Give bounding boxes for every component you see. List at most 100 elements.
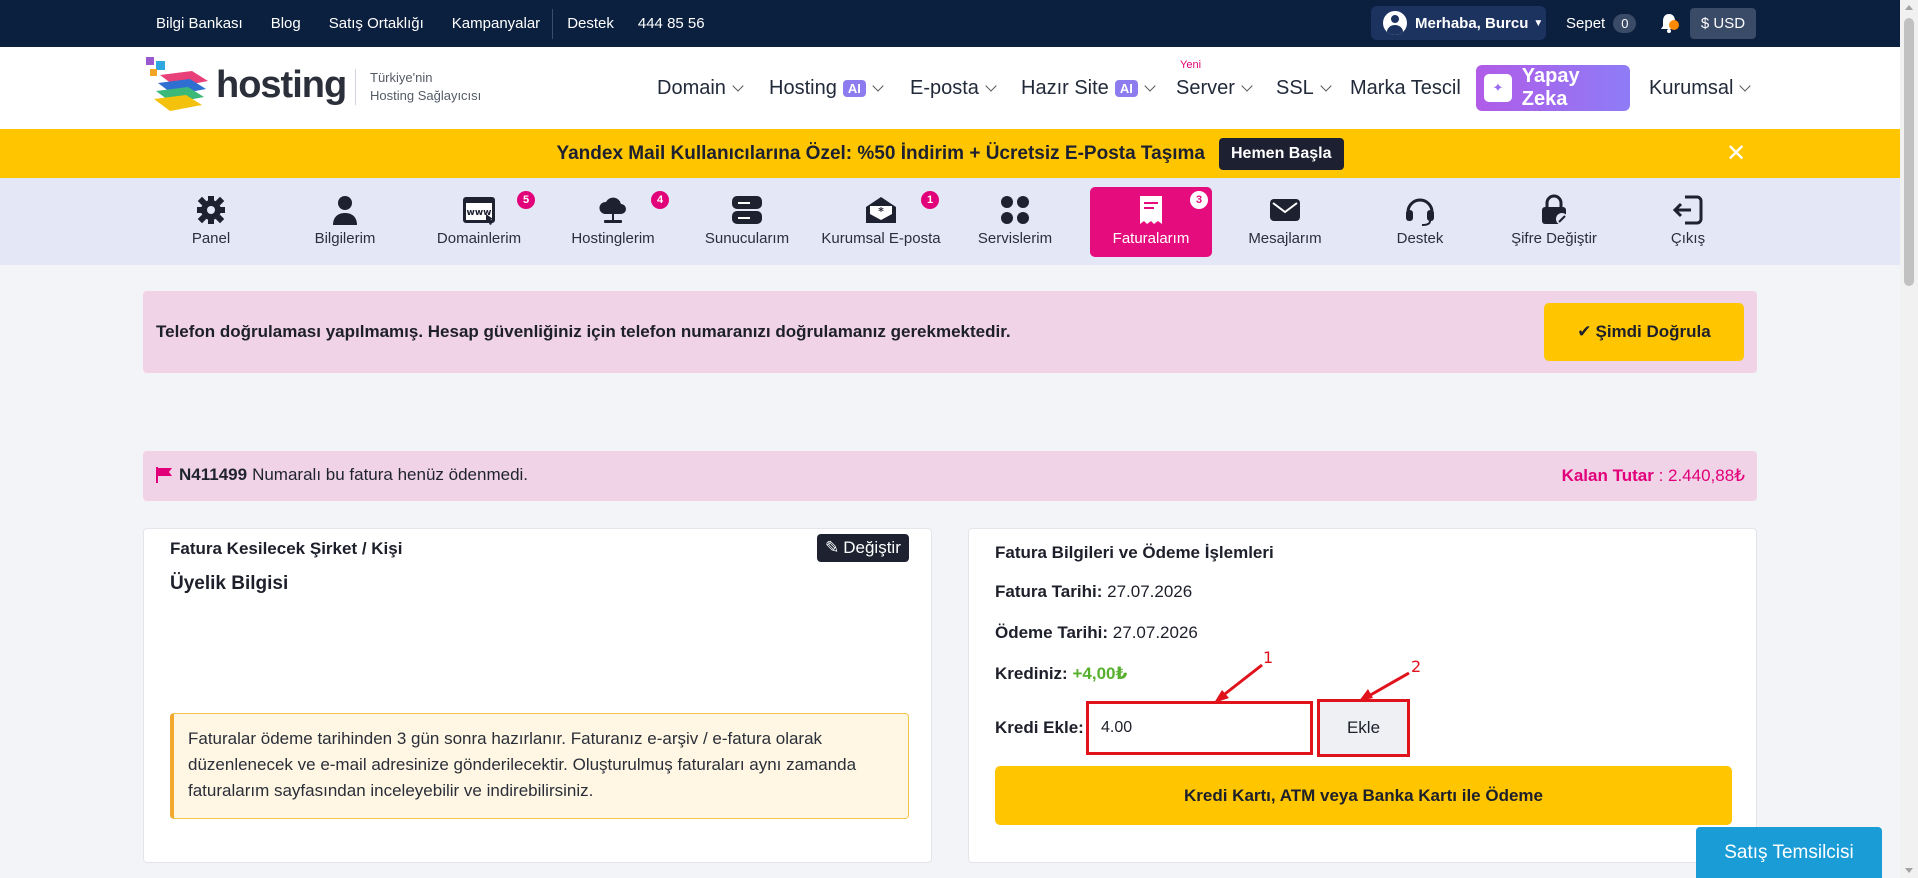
topbar-link-destek[interactable]: Destek [567,15,614,32]
scroll-up-arrow-icon[interactable] [1905,5,1913,10]
account-tab-hostinglerim[interactable]: Hostinglerim 4 [552,187,674,257]
count-badge: 4 [651,191,669,209]
chevron-down-icon [1241,79,1253,92]
invoice-status-bar: N411499 Numaralı bu fatura henüz ödenmed… [143,451,1757,501]
cart-count-badge: 0 [1613,14,1637,33]
account-tab-sunucularim[interactable]: Sunucularım [686,187,808,257]
currency-selector[interactable]: $ USD [1690,8,1756,39]
www-icon: www [463,197,495,225]
nav-domain[interactable]: Domain [657,76,744,100]
account-tab-faturalarim[interactable]: Faturalarım 3 [1090,187,1212,257]
nav-server[interactable]: Server [1176,76,1253,100]
invoice-icon [1140,196,1162,224]
nav-eposta[interactable]: E-posta [910,76,997,100]
cloud-icon [599,197,626,223]
notification-bell-icon[interactable] [1658,12,1680,34]
nav-server-label: Server [1176,76,1235,99]
topbar-link-satis-ortakligi[interactable]: Satış Ortaklığı [329,15,424,32]
account-tab-label: Çıkış [1670,230,1706,247]
add-credit-button[interactable]: Ekle [1317,699,1410,757]
nav-hazir-site[interactable]: Hazır Site AI [1021,77,1156,100]
topbar-link-blog[interactable]: Blog [271,15,301,32]
top-bar: Bilgi Bankası Blog Satış Ortaklığı Kampa… [0,0,1900,47]
sales-representative-button[interactable]: Satış Temsilcisi [1696,827,1882,878]
nav-domain-label: Domain [657,76,726,99]
account-tab-kurumsal-eposta[interactable]: * Kurumsal E-posta 1 [820,187,942,257]
account-tab-label: Şifre Değiştir [1511,230,1597,247]
invoice-payment-card: Fatura Bilgileri ve Ödeme İşlemleri Fatu… [968,528,1757,863]
count-badge: 1 [921,191,939,209]
payment-date-value: 27.07.2026 [1112,623,1198,642]
topbar-link-kampanyalar[interactable]: Kampanyalar [452,15,540,32]
credit-row: Krediniz: +4,00₺ [995,664,1127,684]
cart-button[interactable]: Sepet 0 [1566,0,1637,47]
promo-start-button[interactable]: Hemen Başla [1219,137,1344,170]
nav-eposta-label: E-posta [910,76,979,99]
account-tab-destek[interactable]: Destek [1359,187,1481,257]
chevron-down-icon [1320,79,1332,92]
user-menu-button[interactable]: Merhaba, Burcu ▼ [1371,6,1546,40]
user-greeting: Merhaba, Burcu [1415,14,1529,32]
nav-kurumsal[interactable]: Kurumsal [1649,77,1752,100]
account-tab-label: Servislerim [977,230,1053,247]
remaining-amount: Kalan Tutar : 2.440,88₺ [1562,466,1745,486]
envelope-icon [1270,199,1300,221]
verify-now-button[interactable]: ✔ Şimdi Doğrula [1544,303,1744,361]
change-button[interactable]: ✎ Değiştir [817,534,909,562]
account-tab-label: Destek [1396,230,1444,247]
add-credit-label: Kredi Ekle: [995,718,1084,738]
scrollbar-thumb[interactable] [1904,18,1914,286]
card-payment-button[interactable]: Kredi Kartı, ATM veya Banka Kartı ile Öd… [995,766,1732,825]
user-icon [333,196,357,225]
invoice-date-label: Fatura Tarihi: [995,582,1103,601]
account-tab-label: Kurumsal E-posta [821,230,941,247]
account-tab-bilgilerim[interactable]: Bilgilerim [284,187,406,257]
account-tab-sifre-degistir[interactable]: Şifre Değiştir [1493,187,1615,257]
ai-badge: AI [842,79,866,97]
nav-marka-tescil[interactable]: Marka Tescil [1350,77,1461,100]
credit-label: Krediniz: [995,664,1068,683]
add-credit-label-text: Kredi Ekle: [995,718,1084,737]
server-icon [732,196,762,224]
count-badge: 5 [517,191,535,209]
chevron-down-icon [1739,79,1752,92]
topbar-divider [552,8,554,39]
invoice-date-row: Fatura Tarihi: 27.07.2026 [995,582,1192,602]
mail-open-icon: * [866,197,896,223]
topbar-phone[interactable]: 444 85 56 [638,15,705,32]
account-tab-panel[interactable]: Panel [150,187,272,257]
change-button-label: Değiştir [843,538,901,557]
grid-icon [1001,196,1029,224]
account-tab-servislerim[interactable]: Servislerim [954,187,1076,257]
main-header: hosting Türkiye'nin Hosting Sağlayıcısı … [0,47,1900,129]
payment-date-label: Ödeme Tarihi: [995,623,1109,642]
promo-banner: Yandex Mail Kullanıcılarına Özel: %50 İn… [0,129,1900,178]
chevron-down-icon [985,79,997,92]
user-avatar-icon [1383,11,1407,35]
scroll-down-arrow-icon[interactable] [1905,868,1913,873]
invoice-status-text: Numaralı bu fatura henüz ödenmedi. [252,465,529,484]
account-tab-domainlerim[interactable]: www Domainlerim 5 [418,187,540,257]
nav-hosting[interactable]: Hosting AI [769,76,884,100]
nav-ssl[interactable]: SSL [1276,77,1332,100]
nav-yapay-zeka-button[interactable]: ✦ Yapay Zeka [1476,65,1630,111]
add-credit-input[interactable]: 4.00 [1086,701,1313,755]
chevron-down-icon [732,79,744,92]
count-badge: 3 [1190,191,1208,209]
remaining-value: : 2.440,88₺ [1658,466,1745,485]
promo-text: Yandex Mail Kullanıcılarına Özel: %50 İn… [556,142,1205,164]
phone-alert-message: Telefon doğrulaması yapılmamış. Hesap gü… [156,322,1011,341]
check-icon: ✔ [1577,322,1592,341]
payment-date-row: Ödeme Tarihi: 27.07.2026 [995,623,1198,643]
account-tab-label: Sunucularım [704,230,790,247]
account-tab-label: Mesajlarım [1248,230,1322,247]
page-scrollbar[interactable] [1900,0,1918,878]
close-icon[interactable]: ✕ [1726,139,1746,168]
account-tab-cikis[interactable]: Çıkış [1627,187,1749,257]
account-tab-label: Domainlerim [436,230,522,247]
account-tab-label: Panel [191,230,231,247]
topbar-link-bilgi-bankasi[interactable]: Bilgi Bankası [156,15,243,32]
nav-hosting-label: Hosting [769,76,837,99]
headset-icon [1406,198,1434,226]
account-tab-mesajlarim[interactable]: Mesajlarım [1224,187,1346,257]
